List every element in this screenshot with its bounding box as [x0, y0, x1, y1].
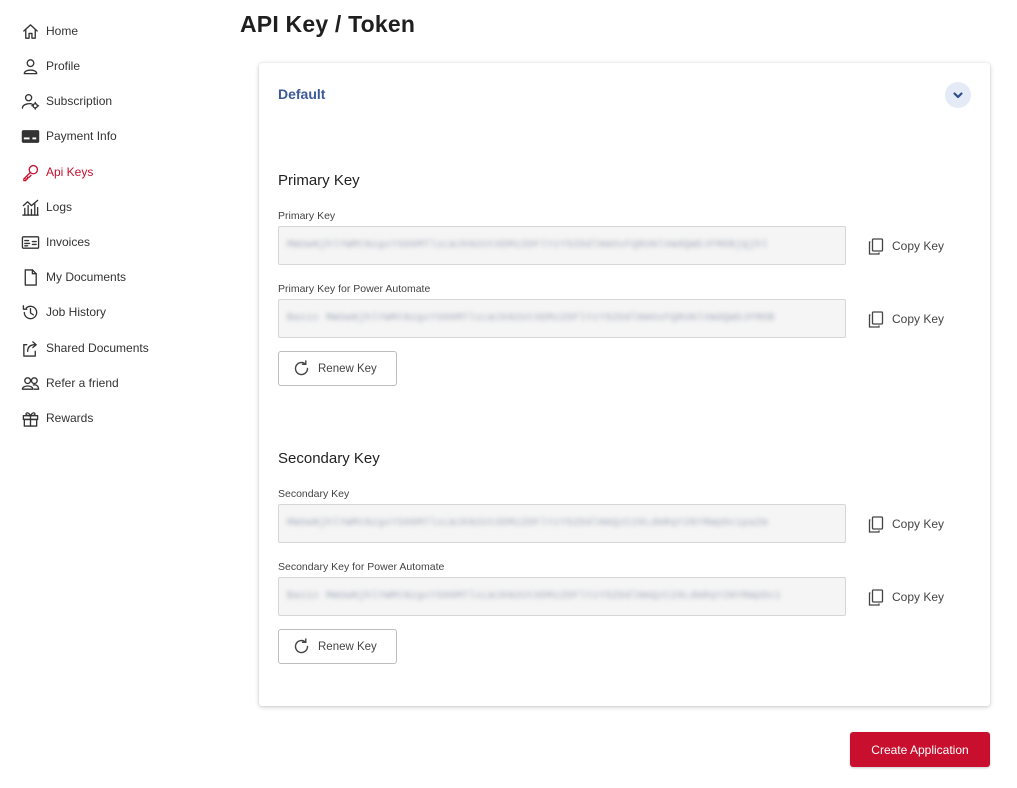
- sidebar-item-job-history[interactable]: Job History: [20, 300, 106, 324]
- chart-icon: [20, 197, 40, 217]
- sidebar-nav: Home Profile Subscription Payment Info A…: [0, 0, 230, 788]
- users-icon: [20, 373, 40, 393]
- history-icon: [20, 302, 40, 322]
- gift-icon: [20, 408, 40, 428]
- secondary-key-heading: Secondary Key: [278, 450, 380, 467]
- primary-key-pa-value: Basic MWUwNjhlYWMtNzgxYS00MTlsLWJkN2UtOD…: [287, 313, 775, 324]
- invoice-icon: [20, 232, 40, 252]
- sidebar-item-invoices[interactable]: Invoices: [20, 230, 90, 254]
- copy-icon: [868, 237, 884, 255]
- sidebar-item-my-documents[interactable]: My Documents: [20, 265, 126, 289]
- sidebar-item-logs[interactable]: Logs: [20, 195, 72, 219]
- user-icon: [20, 56, 40, 76]
- copy-label: Copy Key: [892, 239, 945, 253]
- sidebar-item-label: Shared Documents: [46, 341, 149, 355]
- sidebar-item-label: Payment Info: [46, 129, 117, 143]
- copy-icon: [868, 588, 884, 606]
- sidebar-item-subscription[interactable]: Subscription: [20, 89, 112, 113]
- create-application-button[interactable]: Create Application: [850, 732, 990, 767]
- copy-label: Copy Key: [892, 590, 945, 604]
- primary-key-pa-label: Primary Key for Power Automate: [278, 283, 431, 295]
- renew-primary-key-button[interactable]: Renew Key: [278, 351, 397, 386]
- sidebar-item-label: My Documents: [46, 270, 127, 284]
- copy-label: Copy Key: [892, 312, 945, 326]
- card-title[interactable]: Default: [278, 86, 325, 102]
- copy-icon: [868, 310, 884, 328]
- sidebar-item-refer-a-friend[interactable]: Refer a friend: [20, 371, 119, 395]
- refresh-icon: [294, 638, 309, 654]
- user-settings-icon: [20, 91, 40, 111]
- sidebar-item-label: Api Keys: [46, 165, 94, 179]
- copy-icon: [868, 515, 884, 533]
- sidebar-item-label: Home: [46, 24, 79, 38]
- sidebar-item-label: Rewards: [46, 411, 94, 425]
- primary-key-field[interactable]: MWUwNjhlYWMtNzgxYS00MTlsLWJkN2UtODMzZDFl…: [278, 226, 846, 265]
- sidebar-item-label: Job History: [46, 305, 107, 319]
- primary-key-value: MWUwNjhlYWMtNzgxYS00MTlsLWJkN2UtODMzZDFl…: [287, 240, 769, 251]
- secondary-key-field[interactable]: MWUwNjhlYWMtNzgxYS00MTlsLWJkN2UtODMzZDFl…: [278, 504, 846, 543]
- primary-key-label: Primary Key: [278, 210, 336, 222]
- secondary-key-value: MWUwNjhlYWMtNzgxYS00MTlsLWJkN2UtODMzZDFl…: [287, 518, 769, 529]
- copy-secondary-key-pa-button[interactable]: Copy Key: [868, 587, 944, 607]
- sidebar-item-profile[interactable]: Profile: [20, 54, 80, 78]
- chevron-down-icon: [953, 92, 963, 99]
- refresh-icon: [294, 360, 309, 376]
- renew-label: Renew Key: [318, 362, 377, 375]
- sidebar-item-label: Profile: [46, 59, 81, 73]
- sidebar-item-label: Subscription: [46, 94, 113, 108]
- secondary-key-label: Secondary Key: [278, 488, 350, 500]
- secondary-key-pa-label: Secondary Key for Power Automate: [278, 561, 445, 573]
- sidebar-item-home[interactable]: Home: [20, 19, 78, 43]
- key-icon: [20, 162, 40, 182]
- renew-secondary-key-button[interactable]: Renew Key: [278, 629, 397, 664]
- renew-label: Renew Key: [318, 640, 377, 653]
- primary-key-pa-field[interactable]: Basic MWUwNjhlYWMtNzgxYS00MTlsLWJkN2UtOD…: [278, 299, 846, 338]
- api-key-card: Default Primary Key Primary Key MWUwNjhl…: [259, 63, 990, 706]
- sidebar-item-shared-documents[interactable]: Shared Documents: [20, 336, 149, 360]
- copy-label: Copy Key: [892, 517, 945, 531]
- home-icon: [20, 21, 40, 41]
- copy-secondary-key-button[interactable]: Copy Key: [868, 514, 944, 534]
- sidebar-item-payment-info[interactable]: Payment Info: [20, 124, 117, 148]
- sidebar-item-rewards[interactable]: Rewards: [20, 406, 93, 430]
- collapse-button[interactable]: [945, 82, 971, 108]
- page-title: API Key / Token: [240, 11, 416, 37]
- secondary-key-pa-value: Basic MWUwNjhlYWMtNzgxYS00MTlsLWJkN2UtOD…: [287, 591, 782, 602]
- sidebar-item-api-keys[interactable]: Api Keys: [20, 160, 93, 184]
- primary-key-heading: Primary Key: [278, 172, 360, 189]
- document-icon: [20, 267, 40, 287]
- copy-primary-key-button[interactable]: Copy Key: [868, 236, 944, 256]
- copy-primary-key-pa-button[interactable]: Copy Key: [868, 309, 944, 329]
- secondary-key-pa-field[interactable]: Basic MWUwNjhlYWMtNzgxYS00MTlsLWJkN2UtOD…: [278, 577, 846, 616]
- sidebar-item-label: Refer a friend: [46, 376, 119, 390]
- share-icon: [20, 338, 40, 358]
- sidebar-item-label: Invoices: [46, 235, 91, 249]
- credit-card-icon: [20, 126, 40, 146]
- sidebar-item-label: Logs: [46, 200, 73, 214]
